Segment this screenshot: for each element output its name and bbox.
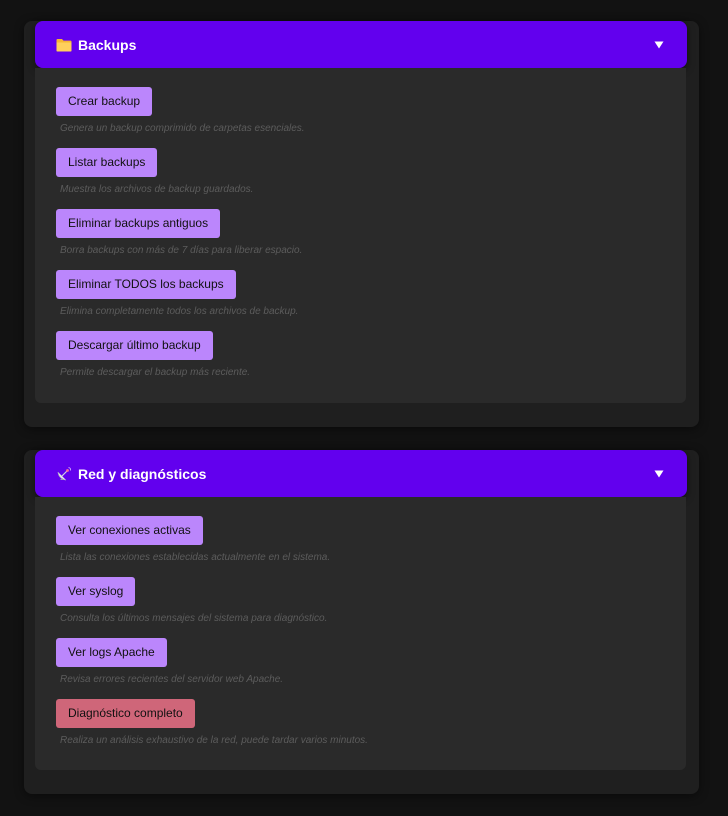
chevron-down-icon[interactable] (652, 467, 666, 481)
action-item: Listar backups Muestra los archivos de b… (56, 148, 686, 199)
action-item: Ver syslog Consulta los últimos mensajes… (56, 577, 686, 628)
page: Backups Crear backup Genera un backup co… (0, 0, 728, 816)
action-item: Descargar último backup Permite descarga… (56, 331, 686, 382)
network-header[interactable]: Red y diagnósticos (35, 450, 687, 497)
action-item: Crear backup Genera un backup comprimido… (56, 87, 686, 138)
list-backups-button[interactable]: Listar backups (56, 148, 158, 177)
download-latest-backup-button[interactable]: Descargar último backup (56, 331, 213, 360)
view-apache-logs-button[interactable]: Ver logs Apache (56, 638, 167, 667)
delete-all-backups-button[interactable]: Eliminar TODOS los backups (56, 270, 236, 299)
action-description: Consulta los últimos mensajes del sistem… (60, 613, 328, 624)
full-diagnostic-button[interactable]: Diagnóstico completo (56, 699, 195, 728)
action-item: Diagnóstico completo Realiza un análisis… (56, 699, 686, 750)
network-card: Red y diagnósticos Ver conexiones activa… (24, 450, 699, 794)
backups-header[interactable]: Backups (35, 21, 687, 68)
action-description: Permite descargar el backup más reciente… (60, 367, 251, 378)
action-description: Lista las conexiones establecidas actual… (60, 552, 331, 563)
action-item: Ver logs Apache Revisa errores recientes… (56, 638, 686, 689)
delete-old-backups-button[interactable]: Eliminar backups antiguos (56, 209, 221, 238)
view-syslog-button[interactable]: Ver syslog (56, 577, 136, 606)
action-item: Eliminar TODOS los backups Elimina compl… (56, 270, 686, 321)
action-description: Realiza un análisis exhaustivo de la red… (60, 735, 368, 746)
action-description: Genera un backup comprimido de carpetas … (60, 123, 305, 134)
action-description: Borra backups con más de 7 días para lib… (60, 245, 303, 256)
action-description: Revisa errores recientes del servidor we… (60, 674, 284, 685)
satellite-dish-icon (56, 466, 72, 482)
action-description: Elimina completamente todos los archivos… (60, 306, 299, 317)
view-active-connections-button[interactable]: Ver conexiones activas (56, 516, 203, 545)
folder-icon (56, 37, 72, 53)
create-backup-button[interactable]: Crear backup (56, 87, 153, 116)
backups-actions-panel: Crear backup Genera un backup comprimido… (35, 68, 686, 403)
network-actions-panel: Ver conexiones activas Lista las conexio… (35, 497, 686, 770)
section-title: Backups (78, 36, 137, 53)
backups-card: Backups Crear backup Genera un backup co… (24, 21, 699, 427)
action-description: Muestra los archivos de backup guardados… (60, 184, 254, 195)
action-item: Ver conexiones activas Lista las conexio… (56, 516, 686, 567)
section-title: Red y diagnósticos (78, 465, 207, 482)
action-item: Eliminar backups antiguos Borra backups … (56, 209, 686, 260)
chevron-down-icon[interactable] (652, 38, 666, 52)
